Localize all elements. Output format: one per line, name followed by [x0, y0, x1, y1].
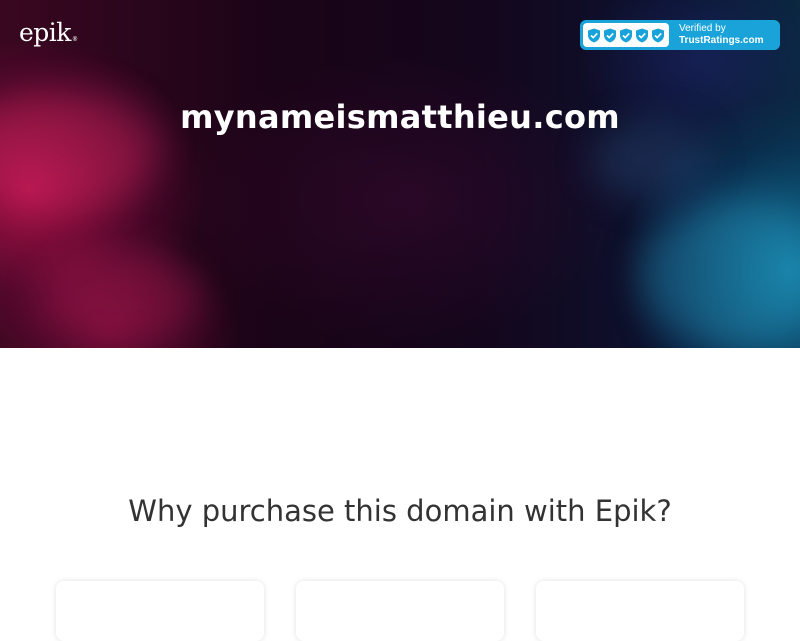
- shield-check-icon: [620, 28, 632, 42]
- feature-card: [56, 581, 264, 641]
- trust-badge-site: TrustRatings.com: [679, 35, 764, 46]
- shield-check-icon: [588, 28, 600, 42]
- logo-text: epik: [19, 18, 71, 47]
- trustratings-badge[interactable]: Verified by TrustRatings.com: [580, 20, 780, 50]
- smoke-decoration: [40, 250, 200, 340]
- logo-registered-mark: ®: [71, 36, 78, 43]
- why-purchase-heading: Why purchase this domain with Epik?: [128, 494, 672, 528]
- domain-name-title: mynameismatthieu.com: [180, 98, 620, 136]
- feature-card: [536, 581, 744, 641]
- hero-banner: epik® Verified by TrustRatings.com mynam…: [0, 0, 800, 348]
- trust-badge-text: Verified by TrustRatings.com: [679, 23, 763, 47]
- shield-check-icon: [652, 28, 664, 42]
- smoke-decoration: [640, 200, 800, 348]
- feature-card: [296, 581, 504, 641]
- shield-check-icon: [636, 28, 648, 42]
- trust-badge-verified-by: Verified by: [679, 23, 726, 34]
- shield-check-icon: [604, 28, 616, 42]
- epik-logo[interactable]: epik®: [19, 18, 78, 47]
- trust-shields: [583, 23, 669, 47]
